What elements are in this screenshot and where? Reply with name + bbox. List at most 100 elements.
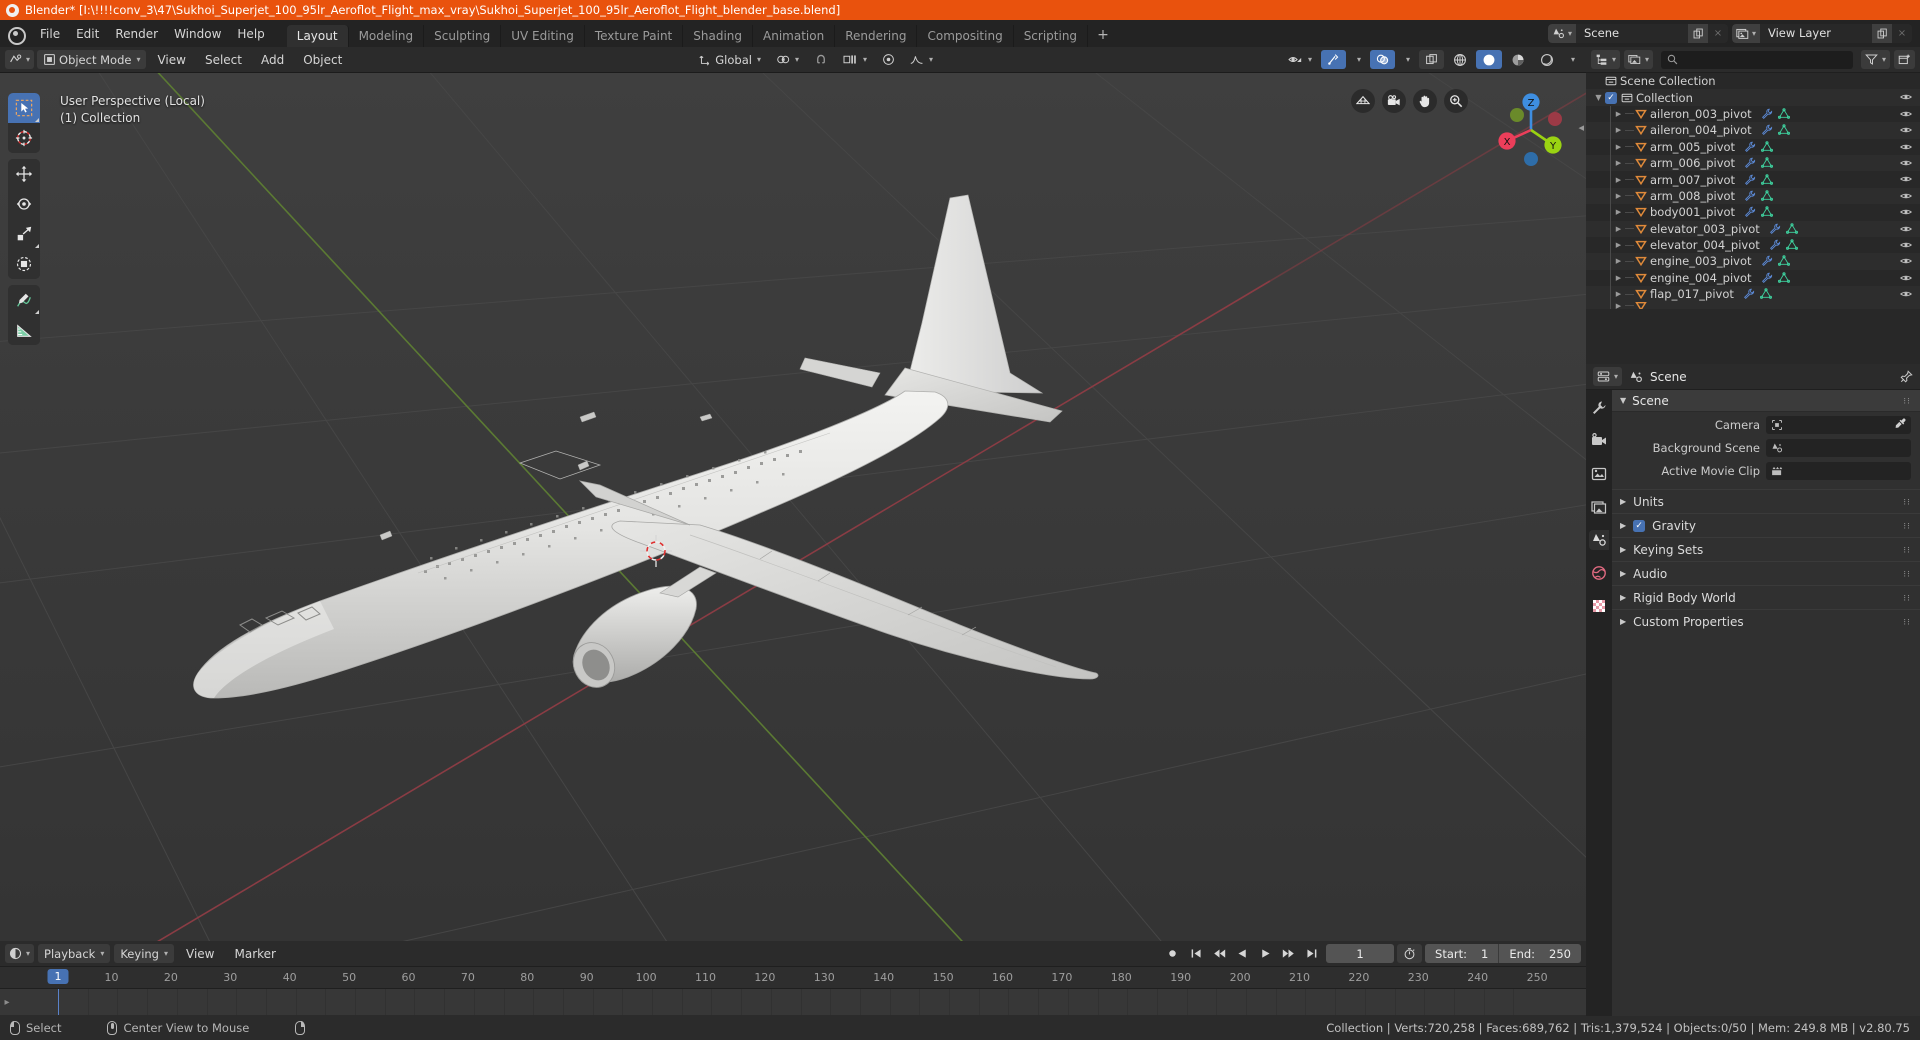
properties-tab-texture[interactable] (1589, 596, 1609, 616)
toggle-orthographic-icon[interactable] (1351, 89, 1375, 113)
outliner-row-collection[interactable]: ▼ ✓ Collection (1586, 89, 1920, 106)
outliner-row-object[interactable]: ▶ arm_008_pivot (1586, 187, 1920, 205)
object-visibility-toggle[interactable] (1900, 206, 1912, 218)
new-scene-button[interactable] (1688, 24, 1708, 43)
modifier-wrench-icon[interactable] (1744, 190, 1756, 202)
xray-toggle[interactable] (1419, 50, 1444, 69)
timeline-playhead-line[interactable] (58, 989, 59, 1015)
disclosure-triangle-icon[interactable]: ▶ (1612, 126, 1625, 134)
mesh-data-icon[interactable] (1777, 124, 1790, 136)
view-layer-name[interactable]: View Layer (1760, 24, 1872, 43)
view-layer-selector[interactable]: ▾ View Layer × (1732, 24, 1912, 43)
unlink-view-layer-button[interactable]: × (1892, 24, 1912, 43)
timeline-editor-type-button[interactable]: ▾ (5, 944, 35, 963)
cursor-tool[interactable] (8, 123, 40, 153)
prev-keyframe-button[interactable] (1209, 947, 1230, 960)
auto-keying-toggle[interactable] (1397, 944, 1423, 963)
mesh-data-icon[interactable] (1785, 222, 1798, 235)
measure-tool[interactable] (8, 315, 40, 345)
object-visibility-toggle[interactable] (1900, 288, 1912, 300)
mesh-data-icon[interactable] (1761, 140, 1774, 153)
pin-icon[interactable] (1899, 369, 1913, 384)
transform-tool[interactable] (8, 249, 40, 279)
shading-rendered-button[interactable] (1534, 50, 1560, 69)
object-visibility-toggle[interactable] (1900, 190, 1912, 202)
shading-wireframe-button[interactable] (1447, 50, 1473, 69)
timeline-channel-toggle-icon[interactable]: ▸ (0, 989, 14, 1015)
outliner-row-object[interactable]: ▶ engine_004_pivot (1586, 269, 1920, 287)
select-box-tool[interactable] (8, 93, 40, 123)
object-visibility-toggle[interactable] (1900, 272, 1912, 284)
shading-dropdown[interactable]: ▾ (1563, 50, 1581, 69)
menu-window[interactable]: Window (166, 24, 229, 44)
zoom-magnifier-icon[interactable] (1444, 89, 1468, 113)
snap-magnet-toggle[interactable] (808, 50, 834, 69)
gravity-checkbox[interactable]: ✓ (1633, 519, 1646, 532)
object-visibility-toggle[interactable] (1900, 124, 1912, 136)
blender-menu-icon[interactable] (6, 25, 26, 45)
modifier-wrench-icon[interactable] (1761, 272, 1773, 284)
view-layer-icon[interactable]: ▾ (1732, 24, 1760, 43)
tab-shading[interactable]: Shading (683, 25, 753, 47)
disclosure-triangle-icon[interactable]: ▶ (1612, 192, 1625, 200)
tab-animation[interactable]: Animation (753, 25, 836, 47)
start-frame-field[interactable]: Start: 1 (1425, 944, 1500, 963)
current-frame-field[interactable]: 1 (1326, 944, 1395, 963)
add-workspace-button[interactable]: + (1088, 23, 1118, 47)
outliner-row-object[interactable]: ▶ flap_017_pivot (1586, 286, 1920, 303)
menu-help[interactable]: Help (229, 24, 272, 44)
mesh-data-icon[interactable] (1777, 108, 1790, 120)
unlink-scene-button[interactable]: × (1708, 24, 1728, 43)
outliner-row-object[interactable]: ▶ aileron_004_pivot (1586, 122, 1920, 139)
timeline-playhead-badge[interactable]: 1 (47, 969, 69, 984)
mesh-data-icon[interactable] (1761, 206, 1773, 218)
camera-view-icon[interactable] (1382, 89, 1406, 113)
transform-orientation-dropdown[interactable]: Global ▾ (693, 50, 767, 69)
properties-tab-scene[interactable] (1589, 530, 1609, 550)
tab-uv-editing[interactable]: UV Editing (501, 25, 585, 47)
object-visibility-toggle[interactable] (1900, 157, 1912, 169)
menu-edit[interactable]: Edit (68, 24, 107, 44)
timeline-menu-view[interactable]: View (178, 944, 222, 963)
tab-sculpting[interactable]: Sculpting (424, 25, 502, 47)
object-visibility-toggle[interactable] (1900, 239, 1912, 251)
next-keyframe-button[interactable] (1278, 947, 1299, 960)
record-button[interactable] (1161, 947, 1184, 960)
disclosure-triangle-icon[interactable]: ▶ (1612, 302, 1625, 309)
outliner-row-scene-collection[interactable]: Scene Collection (1586, 73, 1920, 89)
outliner-row-object[interactable]: ▶ arm_005_pivot (1586, 138, 1920, 155)
gravity-panel-header[interactable]: ▶ ✓ Gravity ⁝⁝ (1612, 513, 1920, 537)
camera-field[interactable] (1766, 416, 1911, 434)
outliner-editor-type-button[interactable]: ▾ (1591, 50, 1621, 69)
editor-type-button[interactable]: ▾ (5, 50, 35, 69)
timeline-menu-keying[interactable]: Keying ▾ (114, 944, 174, 963)
outliner-row-object[interactable]: ▶ body001_pivot (1586, 204, 1920, 221)
disclosure-triangle-icon[interactable]: ▶ (1612, 274, 1625, 282)
scale-tool[interactable] (8, 219, 40, 249)
play-button[interactable] (1255, 947, 1276, 960)
viewport-menu-select[interactable]: Select (197, 50, 250, 69)
viewport-menu-add[interactable]: Add (253, 50, 292, 69)
properties-tab-tool[interactable] (1589, 398, 1609, 418)
outliner-filter-button[interactable]: ▾ (1860, 50, 1890, 69)
visibility-selectability-dropdown[interactable]: ▾ (1282, 50, 1318, 69)
outliner-row-object[interactable]: ▶ elevator_003_pivot (1586, 220, 1920, 237)
annotate-tool[interactable] (8, 285, 40, 315)
jump-to-end-button[interactable] (1301, 947, 1322, 960)
tab-scripting[interactable]: Scripting (1014, 25, 1089, 47)
overlays-toggle[interactable] (1369, 50, 1395, 69)
scene-panel-header[interactable]: ▼ Scene ⁝⁝ (1612, 390, 1920, 412)
viewport-axis-gizmo[interactable]: Z X Y (1484, 83, 1578, 177)
object-visibility-toggle[interactable] (1900, 141, 1912, 153)
modifier-wrench-icon[interactable] (1761, 124, 1773, 136)
proportional-editing-toggle[interactable] (876, 50, 901, 69)
shading-solid-button[interactable] (1476, 50, 1502, 69)
disclosure-triangle-icon[interactable]: ▶ (1612, 159, 1625, 167)
outliner-search-input[interactable] (1661, 50, 1853, 69)
scene-name[interactable]: Scene (1576, 24, 1688, 43)
outliner-row-object[interactable]: ▶ arm_006_pivot (1586, 154, 1920, 172)
properties-tab-world[interactable] (1589, 563, 1609, 583)
disclosure-triangle-icon[interactable]: ▶ (1612, 241, 1625, 249)
menu-render[interactable]: Render (107, 24, 166, 44)
modifier-wrench-icon[interactable] (1744, 157, 1756, 169)
